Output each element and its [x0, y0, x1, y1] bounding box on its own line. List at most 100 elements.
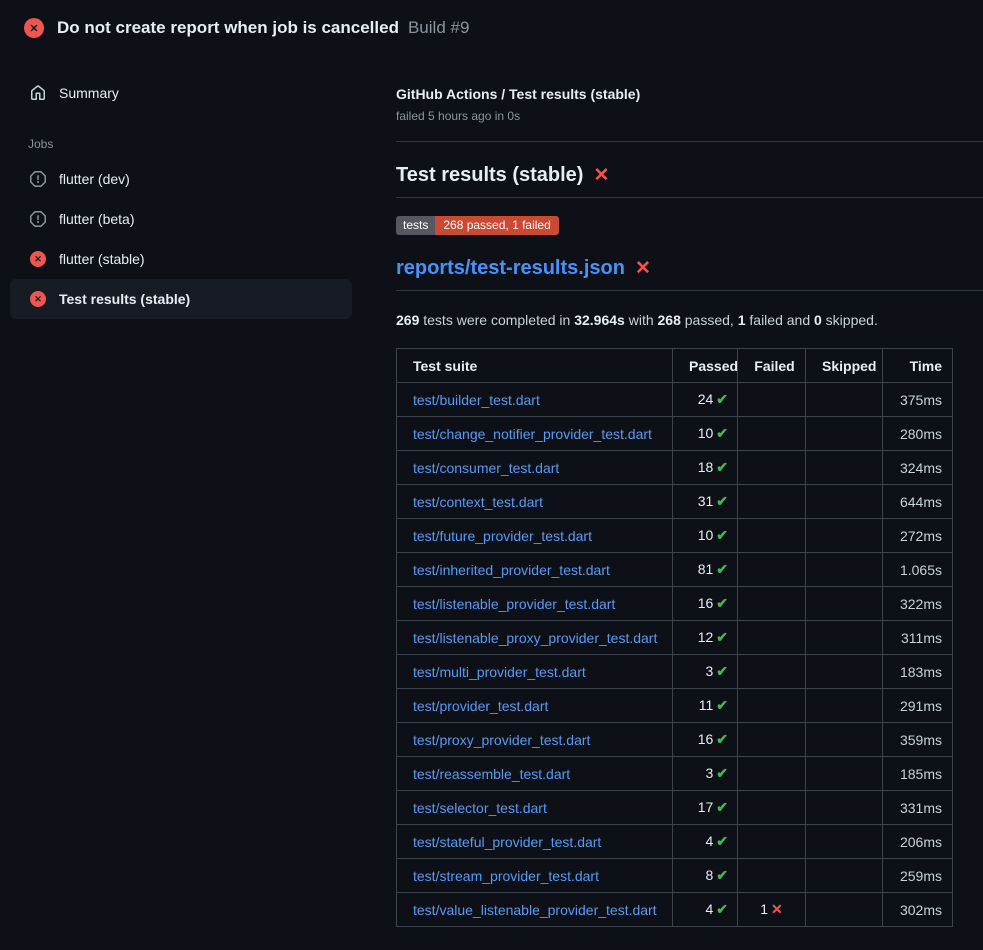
summary-text: skipped.	[822, 312, 878, 328]
passed-cell: 4✔	[673, 893, 738, 927]
time-cell: 259ms	[883, 859, 953, 893]
suite-link[interactable]: test/builder_test.dart	[413, 392, 540, 408]
suite-cell: test/future_provider_test.dart	[397, 519, 673, 553]
jobs-section-label: Jobs	[0, 113, 380, 159]
passed-cell: 81✔	[673, 553, 738, 587]
suite-link[interactable]: test/context_test.dart	[413, 494, 543, 510]
suite-cell: test/change_notifier_provider_test.dart	[397, 417, 673, 451]
suite-cell: test/provider_test.dart	[397, 689, 673, 723]
summary-text: tests were completed in	[419, 312, 574, 328]
sidebar-job-item-3[interactable]: ✕Test results (stable)	[10, 279, 352, 319]
failed-status-icon: ✕	[24, 18, 44, 38]
suite-cell: test/consumer_test.dart	[397, 451, 673, 485]
table-row: test/value_listenable_provider_test.dart…	[397, 893, 953, 927]
failed-cell	[738, 723, 806, 757]
skipped-cell	[806, 485, 883, 519]
check-icon: ✔	[716, 833, 728, 849]
failed-cell	[738, 383, 806, 417]
check-icon: ✔	[716, 765, 728, 781]
table-row: test/proxy_provider_test.dart 16✔ 359ms	[397, 723, 953, 757]
time-cell: 375ms	[883, 383, 953, 417]
time-cell: 322ms	[883, 587, 953, 621]
check-icon: ✔	[716, 493, 728, 509]
suite-link[interactable]: test/reassemble_test.dart	[413, 766, 570, 782]
job-label: Test results (stable)	[59, 291, 190, 307]
report-heading: reports/test-results.json ✕	[396, 235, 983, 291]
summary-number: 0	[814, 312, 822, 328]
test-results-table: Test suitePassedFailedSkippedTime test/b…	[396, 348, 953, 927]
column-header-passed: Passed	[673, 349, 738, 383]
time-cell: 302ms	[883, 893, 953, 927]
suite-link[interactable]: test/provider_test.dart	[413, 698, 548, 714]
run-header: ✕ Do not create report when job is cance…	[0, 0, 983, 56]
passed-cell: 18✔	[673, 451, 738, 485]
job-label: flutter (stable)	[59, 251, 145, 267]
time-cell: 359ms	[883, 723, 953, 757]
suite-cell: test/builder_test.dart	[397, 383, 673, 417]
passed-cell: 3✔	[673, 757, 738, 791]
table-row: test/inherited_provider_test.dart 81✔ 1.06…	[397, 553, 953, 587]
table-row: test/provider_test.dart 11✔ 291ms	[397, 689, 953, 723]
column-header-failed: Failed	[738, 349, 806, 383]
failed-status-icon: ✕	[30, 251, 46, 267]
home-icon	[30, 85, 46, 101]
suite-link[interactable]: test/stateful_provider_test.dart	[413, 834, 601, 850]
sidebar-job-item-1[interactable]: flutter (beta)	[10, 199, 352, 239]
failed-cell	[738, 689, 806, 723]
check-icon: ✔	[716, 867, 728, 883]
passed-cell: 16✔	[673, 723, 738, 757]
time-cell: 206ms	[883, 825, 953, 859]
sidebar-job-item-0[interactable]: flutter (dev)	[10, 159, 352, 199]
badge-value: 268 passed, 1 failed	[435, 216, 558, 235]
suite-link[interactable]: test/selector_test.dart	[413, 800, 547, 816]
passed-cell: 11✔	[673, 689, 738, 723]
time-cell: 1.065s	[883, 553, 953, 587]
table-header-row: Test suitePassedFailedSkippedTime	[397, 349, 953, 383]
suite-link[interactable]: test/multi_provider_test.dart	[413, 664, 586, 680]
summary-number: 268	[658, 312, 681, 328]
build-number: Build #9	[408, 18, 469, 38]
suite-link[interactable]: test/consumer_test.dart	[413, 460, 559, 476]
skipped-cell	[806, 519, 883, 553]
passed-cell: 3✔	[673, 655, 738, 689]
passed-cell: 24✔	[673, 383, 738, 417]
cross-icon: ✕	[771, 901, 783, 917]
sidebar-item-summary[interactable]: Summary	[10, 73, 352, 113]
time-cell: 183ms	[883, 655, 953, 689]
suite-link[interactable]: test/proxy_provider_test.dart	[413, 732, 590, 748]
table-row: test/future_provider_test.dart10✔272ms	[397, 519, 953, 553]
failed-cell: 1✕	[738, 893, 806, 927]
time-cell: 280ms	[883, 417, 953, 451]
run-title: Do not create report when job is cancell…	[57, 18, 399, 38]
failed-cell	[738, 621, 806, 655]
sidebar-job-item-2[interactable]: ✕ flutter (stable)	[10, 239, 352, 279]
passed-cell: 10✔	[673, 519, 738, 553]
skipped-cell	[806, 655, 883, 689]
suite-link[interactable]: test/listenable_provider_test.dart	[413, 596, 615, 612]
suite-link[interactable]: test/value_listenable_provider_test.dart	[413, 902, 657, 918]
table-row: test/stateful_provider_test.dart4✔206ms	[397, 825, 953, 859]
failed-cell	[738, 451, 806, 485]
badge-label: tests	[396, 216, 435, 235]
table-row: test/stream_provider_test.dart8✔259ms	[397, 859, 953, 893]
suite-cell: test/selector_test.dart	[397, 791, 673, 825]
suite-link[interactable]: test/change_notifier_provider_test.dart	[413, 426, 652, 442]
skipped-cell	[806, 587, 883, 621]
tests-summary-text: 269 tests were completed in 32.964s with…	[396, 312, 983, 328]
skipped-cell	[806, 553, 883, 587]
skipped-cell	[806, 383, 883, 417]
suite-link[interactable]: test/stream_provider_test.dart	[413, 868, 599, 884]
time-cell: 291ms	[883, 689, 953, 723]
suite-cell: test/stateful_provider_test.dart	[397, 825, 673, 859]
suite-link[interactable]: test/future_provider_test.dart	[413, 528, 592, 544]
passed-cell: 31✔	[673, 485, 738, 519]
suite-link[interactable]: test/inherited_provider_test.dart	[413, 562, 610, 578]
skipped-cell	[806, 825, 883, 859]
report-file-link[interactable]: reports/test-results.json	[396, 257, 625, 280]
failed-cell	[738, 825, 806, 859]
run-status-line: failed 5 hours ago in 0s	[396, 109, 983, 123]
check-icon: ✔	[716, 391, 728, 407]
job-label: flutter (dev)	[59, 171, 130, 187]
failed-cell	[738, 655, 806, 689]
suite-link[interactable]: test/listenable_proxy_provider_test.dart	[413, 630, 657, 646]
